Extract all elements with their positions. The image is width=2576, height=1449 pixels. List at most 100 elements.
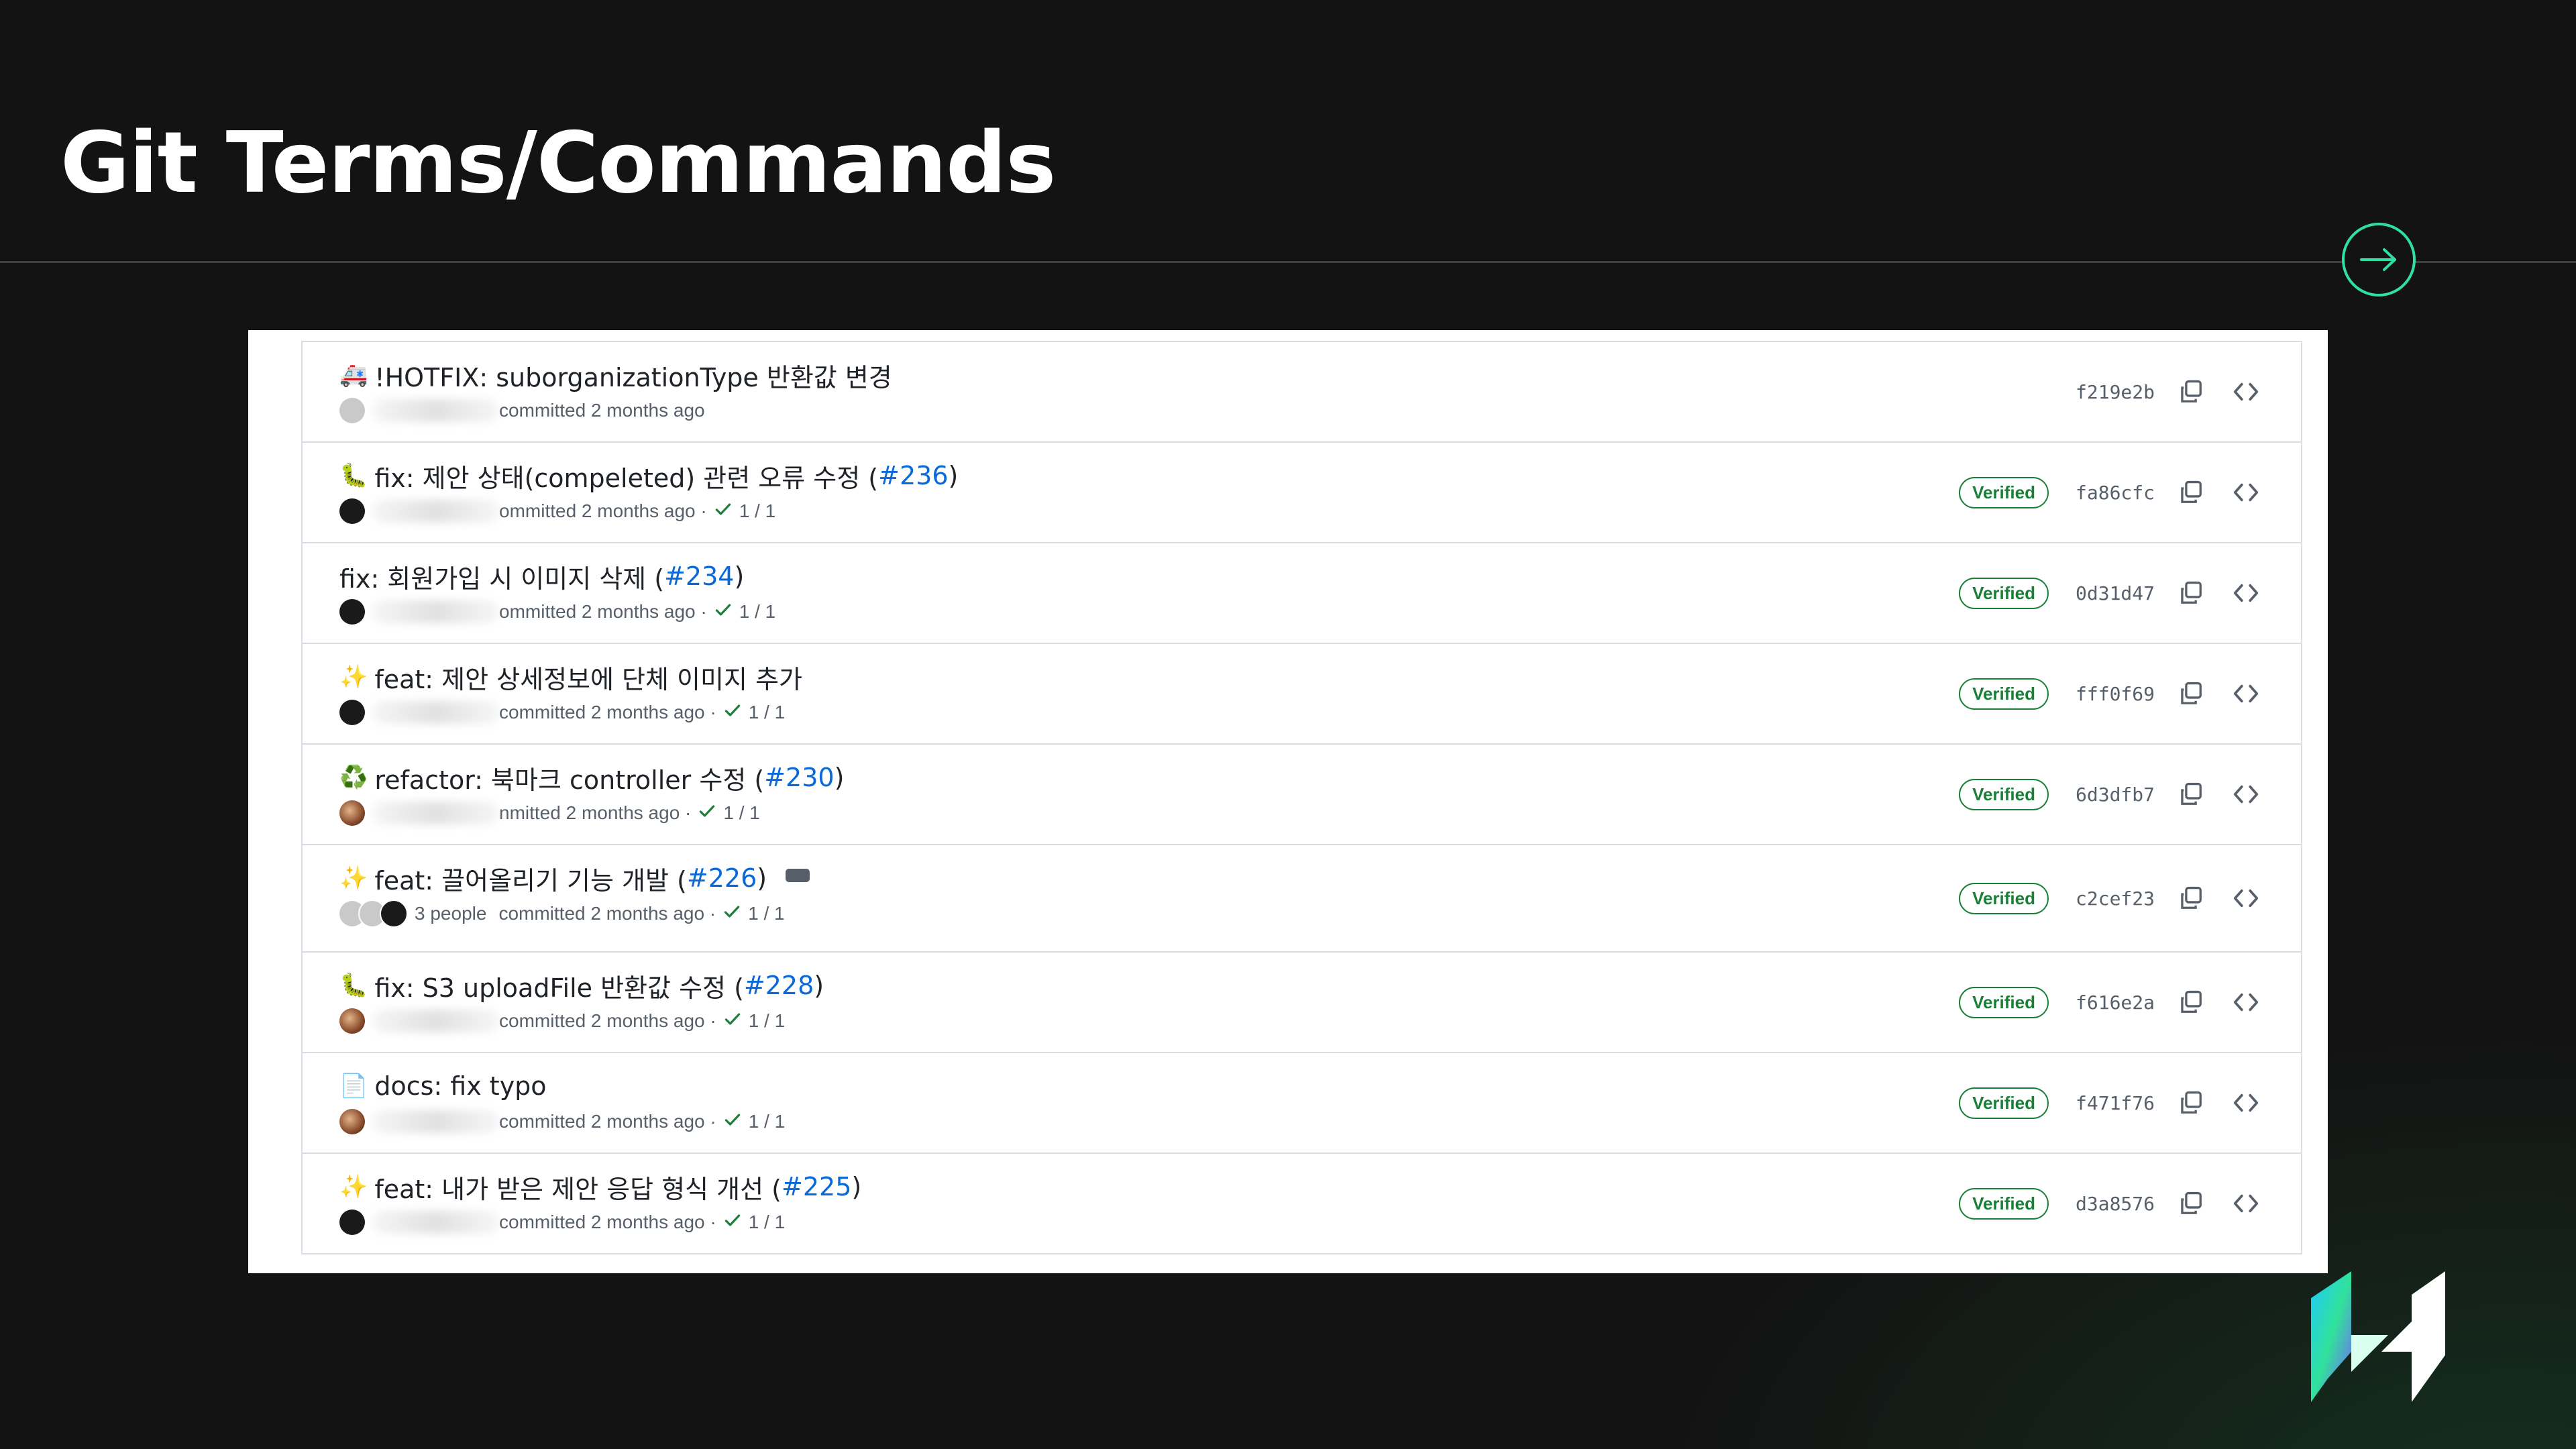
commit-actions: Verified fa86cfc — [1959, 443, 2301, 542]
pr-link[interactable]: #228 — [744, 971, 814, 1000]
avatar[interactable] — [339, 1008, 365, 1034]
copy-icon — [2181, 1091, 2202, 1114]
checks-status[interactable]: 1 / 1 — [749, 1010, 785, 1032]
pr-link[interactable]: #236 — [878, 461, 948, 490]
code-brackets-icon — [2233, 483, 2259, 502]
browse-repo-button[interactable] — [2231, 478, 2261, 507]
avatar[interactable] — [339, 800, 365, 826]
avatar[interactable] — [339, 498, 365, 524]
commit-time: committed 2 months ago — [499, 400, 705, 421]
verified-badge[interactable]: Verified — [1959, 882, 2049, 914]
copy-sha-button[interactable] — [2176, 679, 2206, 708]
commit-emoji: ♻️ — [339, 764, 368, 791]
copy-sha-button[interactable] — [2176, 478, 2206, 507]
check-icon — [700, 804, 715, 817]
commit-message[interactable]: feat: 제안 상세정보에 단체 이미지 추가 — [374, 659, 802, 696]
code-brackets-icon — [2233, 584, 2259, 602]
verified-badge[interactable]: Verified — [1959, 986, 2049, 1018]
commit-message[interactable]: fix: S3 uploadFile 반환값 수정 ( — [374, 967, 744, 1004]
check-icon — [724, 1113, 740, 1126]
verified-badge[interactable]: Verified — [1959, 1187, 2049, 1220]
author-name-redacted — [372, 600, 499, 623]
checks-status[interactable]: 1 / 1 — [748, 903, 784, 924]
commit-info: 🐛 fix: S3 uploadFile 반환값 수정 (#228) committ… — [339, 969, 1831, 1034]
avatar[interactable] — [380, 900, 408, 928]
checks-status[interactable]: 1 / 1 — [749, 702, 785, 723]
pr-link[interactable]: #234 — [664, 561, 734, 591]
copy-sha-button[interactable] — [2176, 780, 2206, 809]
pr-link[interactable]: #226 — [687, 863, 757, 893]
copy-sha-button[interactable] — [2176, 578, 2206, 608]
next-slide-button[interactable] — [2342, 223, 2416, 297]
avatar[interactable] — [339, 1109, 365, 1134]
co-authors-label[interactable]: 3 people — [415, 903, 486, 924]
commit-message[interactable]: !HOTFIX: suborganizationType 반환값 변경 — [374, 357, 892, 394]
pr-link[interactable]: #225 — [782, 1172, 851, 1201]
verified-badge[interactable]: Verified — [1959, 1087, 2049, 1119]
avatar[interactable] — [339, 398, 365, 423]
checks-status[interactable]: 1 / 1 — [739, 601, 775, 623]
verified-badge[interactable]: Verified — [1959, 678, 2049, 710]
checks-status[interactable]: 1 / 1 — [749, 1212, 785, 1233]
paren: ) — [851, 1172, 862, 1201]
browse-repo-button[interactable] — [2231, 377, 2261, 407]
commit-sha[interactable]: f471f76 — [2076, 1092, 2156, 1114]
code-brackets-icon — [2233, 1194, 2259, 1213]
commit-time: committed 2 months ago · — [498, 903, 716, 924]
ellipsis-icon[interactable] — [786, 869, 810, 882]
browse-repo-button[interactable] — [2231, 679, 2261, 708]
avatar[interactable] — [339, 1210, 365, 1235]
commit-title[interactable]: ✨ feat: 끌어올리기 기능 개발 (#226) — [339, 860, 1831, 897]
code-brackets-icon — [2233, 684, 2259, 703]
commit-title[interactable]: 🐛 fix: S3 uploadFile 반환값 수정 (#228) — [339, 967, 1831, 1004]
browse-repo-button[interactable] — [2231, 1189, 2261, 1218]
commit-sha[interactable]: fa86cfc — [2076, 482, 2156, 504]
browse-repo-button[interactable] — [2231, 578, 2261, 608]
verified-badge[interactable]: Verified — [1959, 476, 2049, 508]
commit-sha[interactable]: 6d3dfb7 — [2076, 784, 2156, 806]
commit-title[interactable]: 🐛 fix: 제안 상태(compeleted) 관련 오류 수정 (#236) — [339, 458, 1831, 494]
avatar[interactable] — [339, 599, 365, 625]
browse-repo-button[interactable] — [2231, 987, 2261, 1017]
copy-sha-button[interactable] — [2176, 883, 2206, 913]
commit-title[interactable]: ✨ feat: 내가 받은 제안 응답 형식 개선 (#225) — [339, 1169, 1831, 1205]
commit-info: ♻️ refactor: 북마크 controller 수정 (#230) nmit… — [339, 761, 1831, 826]
commit-message[interactable]: refactor: 북마크 controller 수정 ( — [374, 759, 764, 796]
check-icon — [724, 704, 740, 716]
browse-repo-button[interactable] — [2231, 883, 2261, 913]
commit-message[interactable]: fix: 회원가입 시 이미지 삭제 ( — [339, 558, 664, 595]
browse-repo-button[interactable] — [2231, 1088, 2261, 1118]
commit-sha[interactable]: 0d31d47 — [2076, 582, 2156, 604]
commit-sha[interactable]: f219e2b — [2076, 381, 2156, 403]
commit-message[interactable]: feat: 내가 받은 제안 응답 형식 개선 ( — [374, 1169, 782, 1205]
commit-title[interactable]: 🚑 !HOTFIX: suborganizationType 반환값 변경 — [339, 358, 1831, 392]
commit-sha[interactable]: d3a8576 — [2076, 1193, 2156, 1215]
copy-sha-button[interactable] — [2176, 1088, 2206, 1118]
checks-status[interactable]: 1 / 1 — [749, 1111, 785, 1132]
commit-sha[interactable]: fff0f69 — [2076, 683, 2156, 705]
copy-sha-button[interactable] — [2176, 377, 2206, 407]
commit-time: ommitted 2 months ago · — [499, 601, 707, 622]
commit-message[interactable]: fix: 제안 상태(compeleted) 관련 오류 수정 ( — [374, 458, 878, 494]
copy-sha-button[interactable] — [2176, 987, 2206, 1017]
commit-row: 🚑 !HOTFIX: suborganizationType 반환값 변경 comm… — [303, 342, 2301, 443]
commit-message[interactable]: feat: 끌어올리기 기능 개발 ( — [374, 860, 687, 897]
verified-badge[interactable]: Verified — [1959, 577, 2049, 609]
commit-title[interactable]: 📄 docs: fix typo — [339, 1069, 1831, 1103]
browse-repo-button[interactable] — [2231, 780, 2261, 809]
commit-title[interactable]: fix: 회원가입 시 이미지 삭제 (#234) — [339, 558, 1831, 595]
checks-status[interactable]: 1 / 1 — [723, 802, 759, 824]
author-name-redacted — [372, 1211, 499, 1234]
pr-link[interactable]: #230 — [764, 763, 834, 792]
commit-title[interactable]: ✨ feat: 제안 상세정보에 단체 이미지 추가 — [339, 660, 1831, 694]
commit-actions: Verified f616e2a — [1959, 953, 2301, 1052]
commit-sha[interactable]: f616e2a — [2076, 991, 2156, 1014]
commit-actions: Verified 0d31d47 — [1959, 543, 2301, 643]
verified-badge[interactable]: Verified — [1959, 778, 2049, 810]
copy-sha-button[interactable] — [2176, 1189, 2206, 1218]
commit-message[interactable]: docs: fix typo — [374, 1071, 546, 1101]
avatar[interactable] — [339, 700, 365, 725]
commit-title[interactable]: ♻️ refactor: 북마크 controller 수정 (#230) — [339, 759, 1831, 796]
commit-sha[interactable]: c2cef23 — [2076, 888, 2156, 910]
checks-status[interactable]: 1 / 1 — [739, 500, 775, 522]
